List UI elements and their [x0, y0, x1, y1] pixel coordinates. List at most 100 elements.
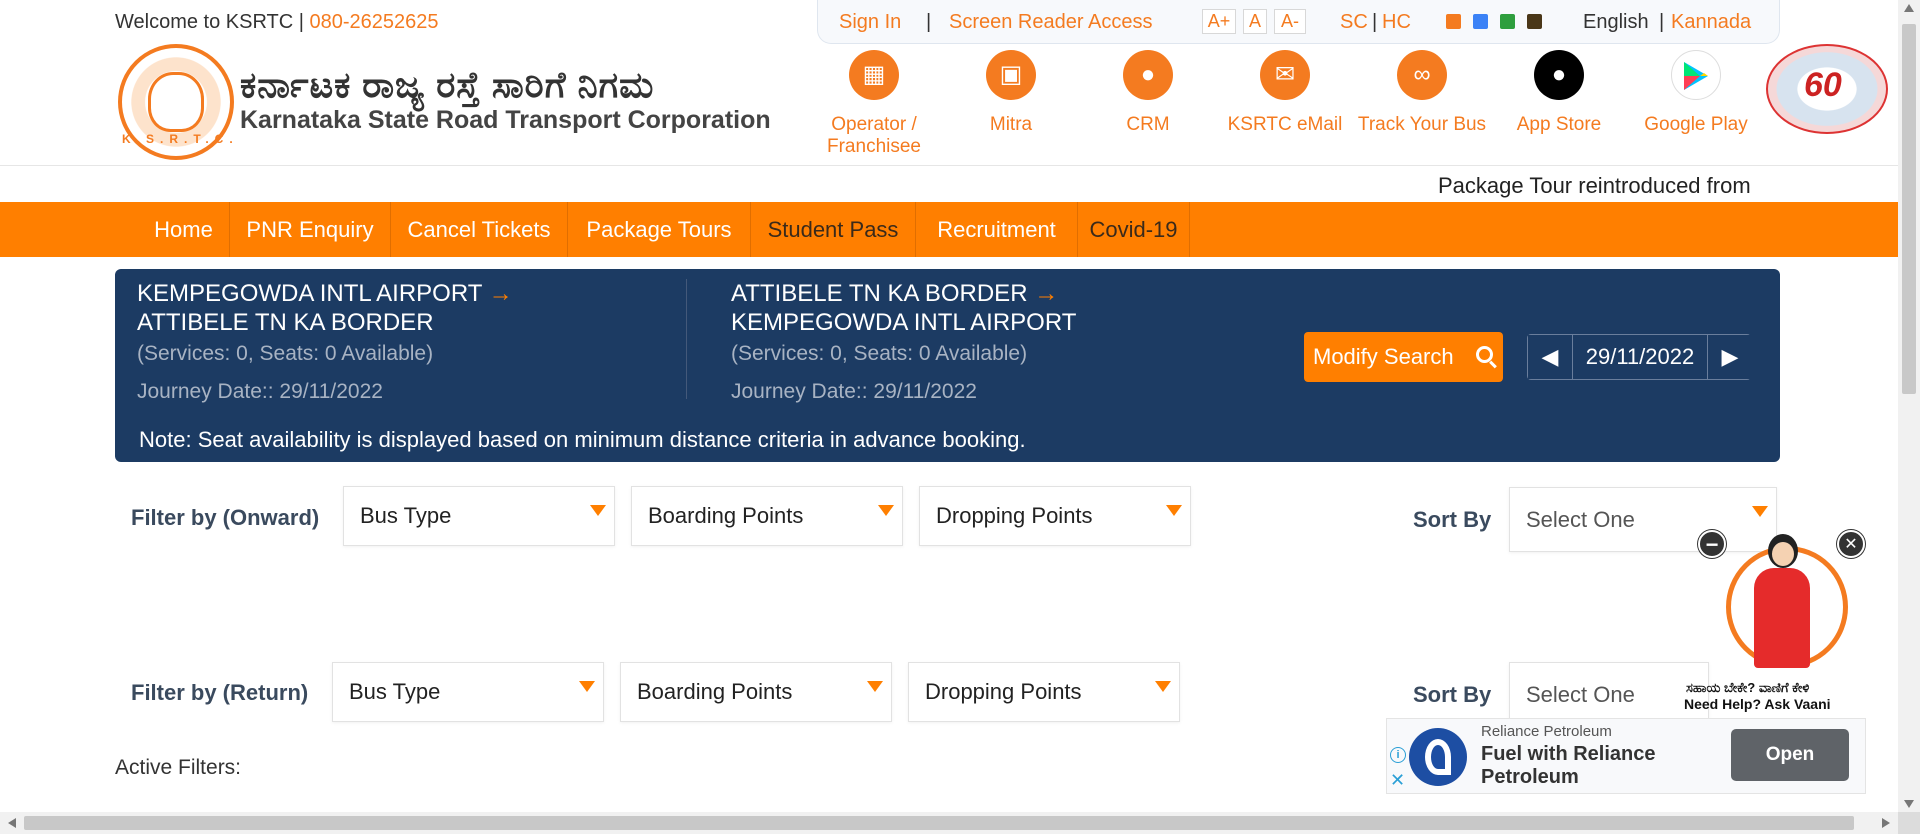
- ad-info-icon[interactable]: i: [1390, 747, 1406, 763]
- return-dropping-points-dropdown[interactable]: Dropping Points: [908, 662, 1180, 722]
- helpline-phone[interactable]: 080-26252625: [310, 11, 439, 33]
- ad-banner[interactable]: i ✕ Reliance Petroleum Fuel with Relianc…: [1386, 718, 1866, 794]
- route-icon: ∞: [1397, 50, 1447, 100]
- filter-return-label: Filter by (Return): [131, 680, 309, 705]
- utility-separator: |: [926, 11, 932, 33]
- quick-link-operator[interactable]: ▦ Operator / Franchisee: [809, 50, 939, 158]
- vaani-minimize-button[interactable]: −: [1698, 530, 1726, 558]
- sc-link[interactable]: SC: [1340, 11, 1368, 34]
- caret-down-icon: [867, 681, 883, 692]
- onward-route: KEMPEGOWDA INTL AIRPORT → ATTIBELE TN KA…: [137, 279, 597, 404]
- return-journey-date: Journey Date:: 29/11/2022: [731, 380, 977, 403]
- quick-link-label: Mitra: [989, 114, 1033, 135]
- horizontal-scrollbar[interactable]: [0, 812, 1898, 834]
- operator-icon: ▦: [849, 50, 899, 100]
- caret-down-icon: [590, 505, 606, 516]
- arrow-right-icon: →: [488, 280, 513, 307]
- vertical-scroll-thumb[interactable]: [1902, 24, 1916, 394]
- quick-link-email[interactable]: ✉ KSRTC eMail: [1220, 50, 1350, 136]
- main-nav: Home PNR Enquiry Cancel Tickets Package …: [0, 202, 1898, 257]
- vaani-close-button[interactable]: ✕: [1837, 530, 1865, 558]
- vaani-figure-body: [1754, 568, 1810, 668]
- sc-hc-separator: |: [1372, 11, 1378, 33]
- search-icon: [1476, 346, 1493, 363]
- logo-emblem: [148, 72, 204, 132]
- onward-dropping-points-dropdown[interactable]: Dropping Points: [919, 486, 1191, 546]
- quick-link-google-play[interactable]: Google Play: [1631, 50, 1761, 136]
- arrow-right-icon: →: [1034, 280, 1059, 307]
- scroll-up-arrow-icon[interactable]: [1904, 4, 1914, 12]
- nav-student-pass[interactable]: Student Pass: [751, 202, 916, 257]
- welcome-label: Welcome to KSRTC |: [115, 11, 310, 33]
- nav-recruitment[interactable]: Recruitment: [916, 202, 1078, 257]
- route-summary-panel: KEMPEGOWDA INTL AIRPORT → ATTIBELE TN KA…: [115, 269, 1780, 462]
- selected-date[interactable]: 29/11/2022: [1572, 335, 1708, 379]
- quick-link-app-store[interactable]: ● App Store: [1494, 50, 1624, 136]
- nav-pnr-enquiry[interactable]: PNR Enquiry: [230, 202, 391, 257]
- logo-text: K.S.R.T.C.: [122, 132, 239, 146]
- anniversary-banner[interactable]: 60: [1766, 44, 1888, 134]
- theme-orange-swatch[interactable]: [1446, 14, 1461, 29]
- screen-reader-link[interactable]: Screen Reader Access: [949, 11, 1152, 34]
- vaani-help-english: Need Help? Ask Vaani: [1684, 696, 1831, 712]
- dropdown-value: Select One: [1526, 507, 1635, 532]
- return-bus-type-dropdown[interactable]: Bus Type: [332, 662, 604, 722]
- caret-down-icon: [1155, 681, 1171, 692]
- next-date-button[interactable]: ▶: [1708, 335, 1752, 379]
- nav-home[interactable]: Home: [138, 202, 230, 257]
- vaani-help-kannada: ಸಹಾಯ ಬೇಕೇ? ವಾಣಿಗೆ ಕೇಳಿ: [1686, 680, 1810, 695]
- dropdown-value: Dropping Points: [936, 503, 1093, 528]
- onward-from: KEMPEGOWDA INTL AIRPORT: [137, 280, 482, 307]
- google-play-icon: [1671, 50, 1721, 100]
- ksrtc-logo[interactable]: K.S.R.T.C.: [118, 44, 234, 160]
- quick-link-label: Google Play: [1644, 114, 1748, 135]
- lang-separator: |: [1659, 11, 1665, 33]
- scrollbar-corner: [1898, 812, 1920, 834]
- quick-link-mitra[interactable]: ▣ Mitra: [946, 50, 1076, 136]
- scroll-left-arrow-icon[interactable]: [8, 818, 16, 828]
- bus-icon: ▣: [986, 50, 1036, 100]
- onward-sort-label: Sort By: [1413, 507, 1492, 532]
- quick-link-crm[interactable]: ● CRM: [1083, 50, 1213, 136]
- quick-link-track-bus[interactable]: ∞ Track Your Bus: [1357, 50, 1487, 136]
- lang-english-link[interactable]: English: [1583, 11, 1649, 34]
- dropdown-value: Bus Type: [360, 503, 452, 528]
- quick-link-label: App Store: [1516, 114, 1602, 135]
- header: Welcome to KSRTC | 080-26252625 Sign In …: [0, 0, 1898, 166]
- scroll-right-arrow-icon[interactable]: [1882, 818, 1890, 828]
- quick-link-label: KSRTC eMail: [1227, 114, 1343, 135]
- return-to: KEMPEGOWDA INTL AIRPORT: [731, 309, 1077, 336]
- return-from: ATTIBELE TN KA BORDER: [731, 280, 1028, 307]
- ad-open-button[interactable]: Open: [1731, 729, 1849, 781]
- previous-date-button[interactable]: ◀: [1528, 335, 1572, 379]
- logo-mark: [1425, 739, 1451, 775]
- sign-in-link[interactable]: Sign In: [839, 11, 901, 34]
- mail-icon: ✉: [1260, 50, 1310, 100]
- date-selector: ◀ 29/11/2022 ▶: [1527, 334, 1752, 380]
- nav-package-tours[interactable]: Package Tours: [568, 202, 751, 257]
- dropdown-value: Select One: [1526, 682, 1635, 707]
- theme-blue-swatch[interactable]: [1473, 14, 1488, 29]
- lang-kannada-link[interactable]: Kannada: [1671, 11, 1751, 34]
- onward-bus-type-dropdown[interactable]: Bus Type: [343, 486, 615, 546]
- font-increase-button[interactable]: A+: [1202, 9, 1236, 34]
- font-normal-button[interactable]: A: [1243, 9, 1267, 34]
- user-icon: ●: [1123, 50, 1173, 100]
- onward-to: ATTIBELE TN KA BORDER: [137, 309, 434, 336]
- news-ticker[interactable]: Package Tour reintroduced from: [1438, 173, 1778, 199]
- org-name-kannada: ಕರ್ನಾಟಕ ರಾಜ್ಯ ರಸ್ತೆ ಸಾರಿಗೆ ನಿಗಮ: [240, 64, 655, 105]
- theme-green-swatch[interactable]: [1500, 14, 1515, 29]
- nav-covid-19[interactable]: Covid-19: [1078, 202, 1190, 257]
- active-filters-label: Active Filters:: [115, 756, 242, 779]
- onward-boarding-points-dropdown[interactable]: Boarding Points: [631, 486, 903, 546]
- font-decrease-button[interactable]: A-: [1274, 9, 1306, 34]
- ad-close-icon[interactable]: ✕: [1390, 771, 1405, 789]
- nav-cancel-tickets[interactable]: Cancel Tickets: [391, 202, 568, 257]
- theme-brown-swatch[interactable]: [1527, 14, 1542, 29]
- modify-search-button[interactable]: Modify Search: [1304, 332, 1503, 382]
- return-boarding-points-dropdown[interactable]: Boarding Points: [620, 662, 892, 722]
- vertical-scrollbar[interactable]: [1898, 0, 1920, 812]
- scroll-down-arrow-icon[interactable]: [1904, 800, 1914, 808]
- horizontal-scroll-thumb[interactable]: [24, 816, 1854, 830]
- hc-link[interactable]: HC: [1382, 11, 1411, 34]
